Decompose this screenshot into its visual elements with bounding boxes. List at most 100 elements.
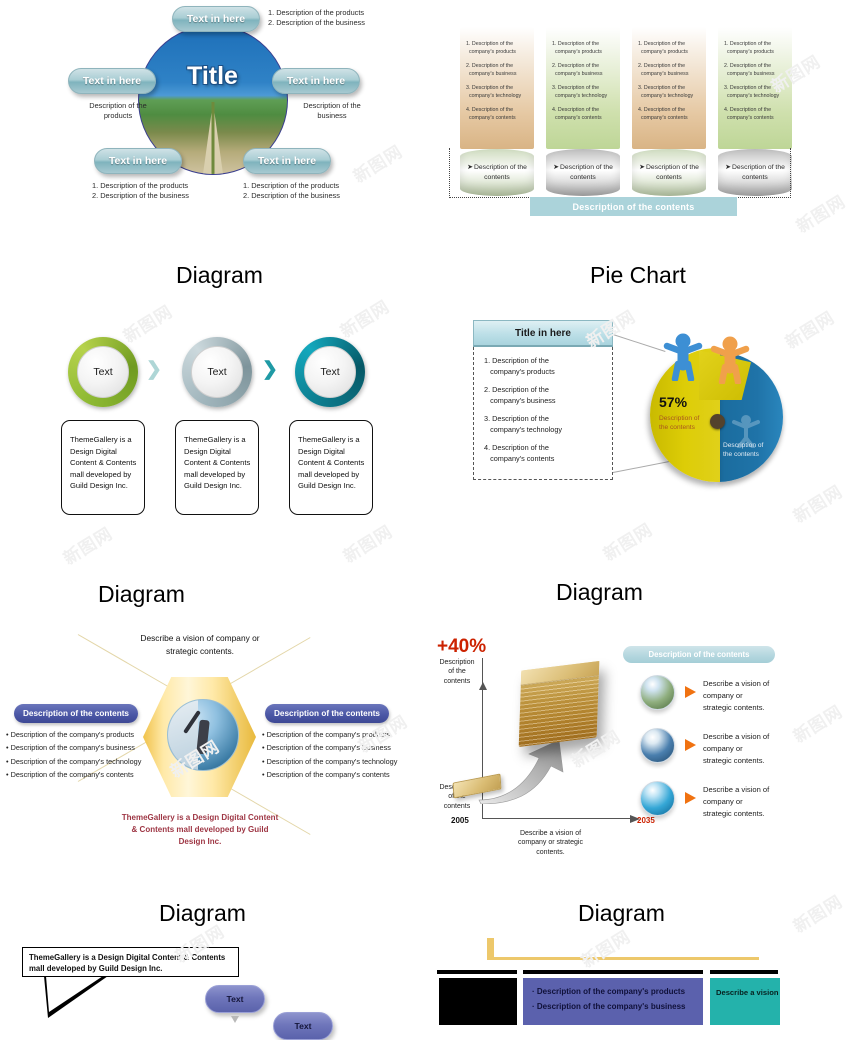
pie-label-yellow-l1: Description of <box>659 415 700 422</box>
li-num: 4. <box>552 106 557 113</box>
bullet-item: Description of the company's business <box>6 741 146 754</box>
step-circle-1[interactable]: Text <box>68 337 138 407</box>
bottom-summary-bar[interactable]: Description of the contents <box>530 197 737 216</box>
panel-table-diagram: Description of the company's products De… <box>425 890 850 1025</box>
step-circle-2[interactable]: Text <box>182 337 252 407</box>
li-l1: Description of the <box>471 41 514 47</box>
step-card-2: ThemeGallery is a Design Digital Content… <box>175 420 259 515</box>
slide-collection-page: 新图网 新图网 新图网 新图网 新图网 新图网 新图网 新图网 新图网 新图网 … <box>0 0 850 1040</box>
growth-header-pill[interactable]: Description of the contents <box>623 646 775 663</box>
callout-line1: ThemeGallery is a Design Digital Content… <box>29 953 226 962</box>
list-item: Description of the company's business <box>484 385 606 407</box>
li-num: 3. <box>724 84 729 91</box>
note-top: 1. Description of the products 2. Descri… <box>268 8 365 28</box>
y-top-l3: contents <box>443 677 471 685</box>
hexagon-center <box>143 677 256 797</box>
x-axis-caption: Describe a vision of company or strategi… <box>493 829 608 857</box>
li-l1: Description of the <box>557 41 600 47</box>
li-num: 1. <box>638 41 643 47</box>
li-l2: company's products <box>468 48 516 55</box>
hexagon-left-badge-label: Description of the contents <box>23 709 129 718</box>
pill-top-label: Text in here <box>186 13 246 25</box>
leader-line-top <box>612 334 666 352</box>
pie-label-yellow-l2: the contents <box>659 423 695 431</box>
li-l2: company's business <box>468 70 517 77</box>
note-top-line1: 1. Description of the products <box>268 8 365 17</box>
thumbnail-3[interactable] <box>640 781 675 816</box>
cylinder-body: 1. Description of the company's products… <box>460 27 534 149</box>
note-left-line1: Description of the <box>89 101 147 110</box>
li-l2: company's contents <box>468 114 516 121</box>
cylinder-list-item: 1. Description of the company's products <box>637 41 701 57</box>
pill-top[interactable]: Text in here <box>172 6 260 32</box>
dashed-connector-frame <box>449 148 791 198</box>
cylinder-list-item: 1. Description of the company's products <box>551 41 615 57</box>
pie-title-box: Title in here <box>473 320 613 347</box>
ring-inner: Text <box>191 346 243 398</box>
li-l1: Description of the <box>557 84 600 91</box>
flow-oval-2-label: Text <box>294 1021 312 1031</box>
li-l1: Description of the <box>557 62 600 69</box>
li-l1: Description of the <box>643 84 686 91</box>
hexagon-left-badge[interactable]: Description of the contents <box>14 704 138 723</box>
row3-l2: company or <box>703 796 743 806</box>
hexagon-top-note-l2: strategic contents. <box>166 645 234 656</box>
li-l2: company's products <box>640 48 688 55</box>
cylinder-list-item: 3. Description of the company's technolo… <box>551 85 615 101</box>
row3-l1: Describe a vision of <box>703 785 770 794</box>
li-num: 3. <box>466 84 471 91</box>
cylinder-list-item: 2. Description of the company's business <box>723 63 787 79</box>
y-top-l1: Description <box>439 659 475 666</box>
callout-tail-fill <box>46 976 103 1012</box>
road-center-line <box>211 102 215 174</box>
note-bottom-right: 1. Description of the products 2. Descri… <box>243 181 340 201</box>
li-l1: Description of the <box>557 106 600 113</box>
cylinder-list-item: 3. Description of the company's technolo… <box>465 85 529 101</box>
pill-left[interactable]: Text in here <box>68 68 156 94</box>
thumbnail-1[interactable] <box>640 675 675 710</box>
growth-row-3-text: Describe a vision of company or strategi… <box>703 784 828 819</box>
pill-bottom-right[interactable]: Text in here <box>243 148 331 174</box>
cell-purple[interactable]: Description of the company's products De… <box>523 978 703 1025</box>
row2-l1: Describe a vision of <box>703 732 770 741</box>
x-axis-end-year: 2035 <box>637 816 655 825</box>
bottom-summary-label: Description of the contents <box>572 201 695 212</box>
bottom-note-l2: & Contents mall developed by Guild <box>131 825 269 834</box>
pill-bottom-left[interactable]: Text in here <box>94 148 182 174</box>
chevron-right-icon-1: ❯ <box>146 359 162 380</box>
pill-right[interactable]: Text in here <box>272 68 360 94</box>
li-l1: Description of the <box>643 41 686 47</box>
growth-arrow-icon <box>478 739 564 804</box>
hexagon-right-bullets: Description of the company's products De… <box>262 728 412 782</box>
cell-teal[interactable]: Describe a vision <box>710 978 780 1025</box>
black-rule-2 <box>523 970 703 974</box>
list-item-l2: company's contents <box>490 453 555 463</box>
li-l2: company's technology <box>640 92 694 99</box>
cylinder-list-item: 3. Description of the company's technolo… <box>637 85 701 101</box>
pie-hub <box>710 414 725 429</box>
globe-center-title: Title <box>187 62 238 90</box>
step-circle-label: Text <box>320 366 340 378</box>
list-item: Description of the company's contents <box>484 443 606 465</box>
li-l1: Description of the <box>729 106 772 113</box>
panel-three-step-diagram: Text ❯ Text ❯ Text ThemeGallery is a Des… <box>0 300 425 545</box>
hexagon-right-badge[interactable]: Description of the contents <box>265 704 389 723</box>
li-l2: company's technology <box>554 92 608 99</box>
bullet-item: Description of the company's contents <box>262 768 412 781</box>
cylinder-list-item: 3. Description of the company's technolo… <box>723 85 787 101</box>
y-bottom-l3: contents <box>443 802 471 810</box>
y-top-l2: of the <box>448 668 466 676</box>
flow-oval-2[interactable]: Text <box>273 1012 333 1040</box>
purple-row-2: Description of the company's business <box>532 999 703 1014</box>
cylinder-list-item: 2. Description of the company's business <box>551 63 615 79</box>
pie-label-yellow: Description of the contents <box>659 415 699 433</box>
bullet-item: Description of the company's products <box>262 728 412 741</box>
thumbnail-2[interactable] <box>640 728 675 763</box>
growth-row-1-text: Describe a vision of company or strategi… <box>703 678 828 713</box>
row2-l3: strategic contents. <box>703 755 765 765</box>
bullet-item: Description of the company's technology <box>262 755 412 768</box>
step-circle-3[interactable]: Text <box>295 337 365 407</box>
flow-oval-1[interactable]: Text <box>205 985 265 1013</box>
row1-l1: Describe a vision of <box>703 679 770 688</box>
li-l1: Description of the <box>729 41 772 47</box>
